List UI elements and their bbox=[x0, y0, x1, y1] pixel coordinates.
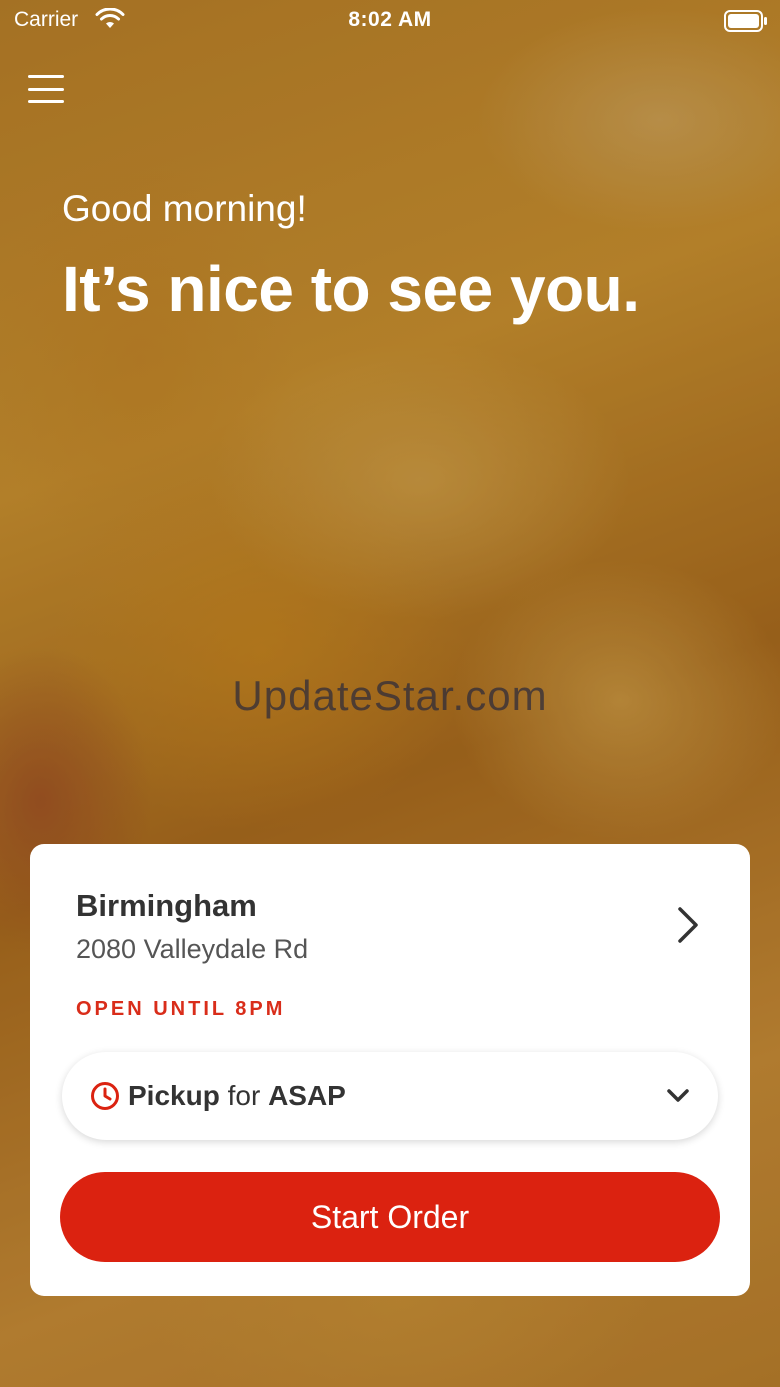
clock-icon bbox=[90, 1081, 120, 1116]
location-card: Birmingham 2080 Valleydale Rd OPEN UNTIL… bbox=[30, 844, 750, 1296]
battery-icon bbox=[724, 10, 768, 38]
location-selector[interactable]: Birmingham 2080 Valleydale Rd bbox=[30, 844, 750, 984]
location-name: Birmingham bbox=[76, 888, 257, 923]
pickup-time: ASAP bbox=[268, 1080, 346, 1111]
clock-time: 8:02 AM bbox=[348, 8, 432, 31]
pickup-mode: Pickup bbox=[128, 1080, 220, 1111]
pickup-time-selector[interactable]: Pickup for ASAP bbox=[62, 1052, 718, 1140]
open-hours-status: OPEN UNTIL 8PM bbox=[76, 998, 286, 1020]
menu-line bbox=[28, 87, 64, 91]
chevron-down-icon bbox=[666, 1088, 690, 1109]
start-order-button[interactable]: Start Order bbox=[60, 1172, 720, 1262]
pickup-connector: for bbox=[227, 1080, 261, 1111]
menu-line bbox=[28, 100, 64, 103]
chevron-right-icon bbox=[676, 906, 700, 949]
watermark: UpdateStar.com bbox=[232, 672, 548, 719]
location-address: 2080 Valleydale Rd bbox=[76, 934, 309, 964]
pickup-label: Pickup for ASAP bbox=[128, 1080, 346, 1112]
hamburger-menu-icon[interactable] bbox=[28, 72, 64, 106]
status-bar: Carrier 8:02 AM bbox=[0, 0, 780, 40]
menu-line bbox=[28, 75, 64, 78]
headline-text: It’s nice to see you. bbox=[62, 253, 640, 325]
greeting-text: Good morning! bbox=[62, 188, 307, 229]
